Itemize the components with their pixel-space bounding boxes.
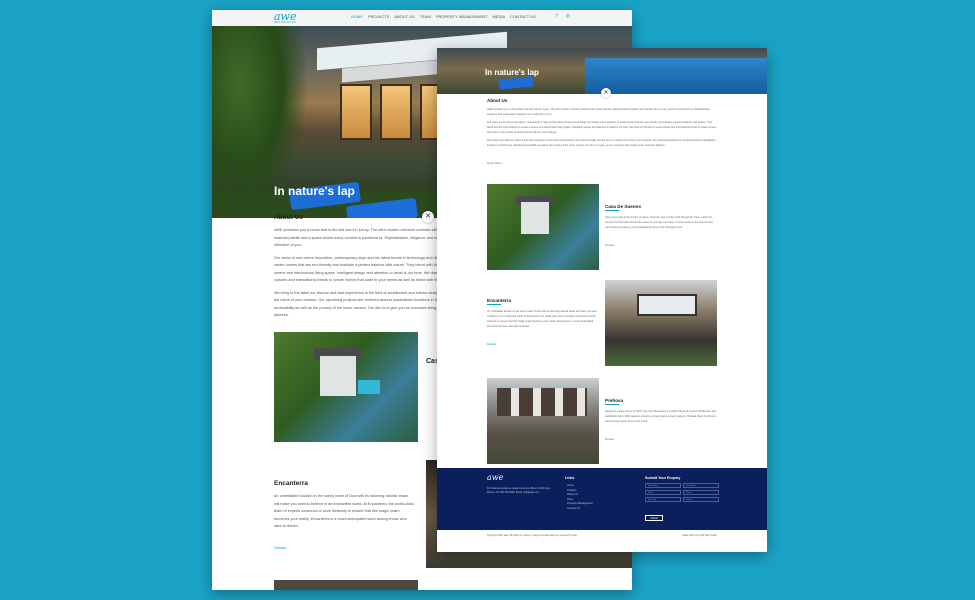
enquiry-title: Submit Your Enquiry: [645, 476, 681, 480]
footer-links: Home Projects About Us Team Property Managem…: [567, 484, 593, 511]
nav-item-home[interactable]: HOME: [351, 14, 363, 19]
enquiry-field-last-name[interactable]: Last Name: [683, 483, 719, 488]
submit-button[interactable]: Submit: [645, 515, 663, 521]
about-paragraph: We bring to the table our diverse and va…: [487, 139, 716, 147]
enquiry-field-phone[interactable]: Phone: [683, 490, 719, 495]
facebook-icon[interactable]: f: [556, 13, 557, 19]
encanterra-title: Encanterra: [487, 298, 512, 303]
pretiosa-project-image[interactable]: [487, 378, 599, 464]
footer-links-title: Links: [565, 476, 575, 480]
hero-title: In nature's lap: [485, 68, 539, 77]
read-more-link[interactable]: Read More...: [487, 161, 504, 165]
encanterra-title: Encanterra: [274, 480, 308, 487]
casa-details-link[interactable]: Details: [605, 243, 614, 247]
pretiosa-title: Pretiosa: [605, 398, 624, 403]
enquiry-field-first-name[interactable]: First Name: [645, 483, 681, 488]
encanterra-details-link[interactable]: Details: [274, 545, 286, 550]
nav-menu: HOME PROJECTS ABOUT US TEAM PROPERTY MANAGEM…: [351, 14, 536, 19]
nav-item-about-us[interactable]: ABOUT US: [394, 14, 414, 19]
enquiry-field-message[interactable]: Message: [645, 497, 681, 502]
casa-title: Casa De Suenos: [605, 204, 641, 209]
encanterra-card: Encanterra An unbeatable location in the…: [487, 298, 599, 350]
encanterra-details-link[interactable]: Details: [487, 342, 496, 346]
site-footer: awe For business enquiries contact us at…: [437, 468, 767, 530]
footer-link-contact-us[interactable]: Contact Us: [567, 507, 593, 512]
enquiry-field-email[interactable]: Email: [645, 490, 681, 495]
casa-text: Open your heart to the rhythm of nature.…: [605, 216, 714, 229]
nav-item-property-management[interactable]: PROPERTY MANAGEMENT: [436, 14, 488, 19]
encanterra-project-image[interactable]: [605, 280, 717, 366]
enquiry-form: First Name Last Name Email Phone Message Proj…: [645, 483, 719, 502]
pretiosa-details-link[interactable]: Details: [605, 437, 614, 441]
about-title: About Us: [487, 98, 508, 103]
enquiry-field-project[interactable]: Project: [683, 497, 719, 502]
nav-item-team[interactable]: TEAM: [420, 14, 431, 19]
about-paragraph: AWE promises you a home that is the last…: [487, 108, 711, 116]
social-links: f ◎: [556, 13, 570, 19]
copyright-text: Copyright 2021 awe. All rights for conte…: [487, 534, 578, 537]
copyright-bar: Copyright 2021 awe. All rights for conte…: [437, 530, 767, 552]
pretiosa-text: Nestled in a quiet corner of North Goa, …: [605, 410, 717, 423]
pretiosa-card: Pretiosa Nestled in a quiet corner of No…: [605, 398, 717, 445]
nav-item-contact-us[interactable]: CONTACT US: [510, 14, 536, 19]
encanterra-section: Encanterra An unbeatable location in the…: [274, 480, 414, 554]
made-by-text: Made with ♥ by Seiff Web Studio: [682, 534, 717, 537]
footer-link-property-management[interactable]: Property Management: [567, 502, 593, 507]
casa-project-image[interactable]: [274, 332, 418, 442]
close-icon[interactable]: ✕: [601, 88, 611, 98]
brand-logo[interactable]: awe RESIDENCES: [274, 11, 296, 25]
footer-address: For business enquiries contact us at our…: [487, 487, 551, 494]
nav-item-media[interactable]: MEDIA: [492, 14, 505, 19]
about-paragraph: Our vision is one where innovation, cont…: [487, 121, 716, 134]
footer-logo[interactable]: awe: [487, 473, 503, 482]
page-preview-compact: In nature's lap ✕ About Us AWE promises …: [437, 48, 767, 552]
about-section: About Us AWE promises you a home that is…: [487, 98, 717, 169]
casa-project-image[interactable]: [487, 184, 599, 270]
instagram-icon[interactable]: ◎: [566, 13, 570, 19]
encanterra-text: An unbeatable location in the sunny hear…: [487, 310, 597, 328]
pretiosa-project-image[interactable]: [274, 580, 418, 590]
nav-item-projects[interactable]: PROJECTS: [368, 14, 389, 19]
hero-title: In nature's lap: [274, 184, 355, 198]
top-navbar: awe RESIDENCES HOME PROJECTS ABOUT US TEAM P…: [212, 10, 632, 26]
encanterra-text: An unbeatable location in the sunny hear…: [274, 494, 414, 528]
casa-card: Casa De Suenos Open your heart to the rh…: [605, 204, 717, 251]
